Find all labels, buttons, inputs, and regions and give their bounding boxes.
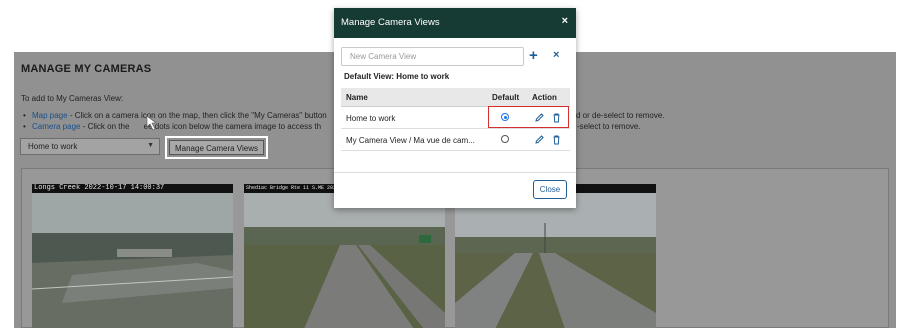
page-intro: To add to My Cameras View: [21, 94, 124, 103]
instruction-map-page: Map page - Click on a camera icon on the… [23, 111, 327, 120]
manage-camera-views-highlight: Manage Camera Views [165, 136, 268, 159]
trash-icon[interactable] [551, 134, 562, 145]
view-name: Home to work [346, 114, 396, 123]
page-title: MANAGE MY CAMERAS [21, 63, 152, 75]
map-page-link[interactable]: Map page [32, 111, 68, 120]
highlight-annotation [488, 106, 569, 128]
camera-image [244, 193, 445, 328]
column-header-action: Action [532, 93, 557, 102]
instruction-text: - Click on the [80, 122, 132, 131]
camera-tile[interactable]: Longs Creek 2022-10-17 14:00:37 [32, 184, 233, 328]
instruction-fragment: d or de-select to remove. [576, 111, 665, 120]
caret-down-icon: ▼ [147, 142, 154, 149]
new-camera-view-input[interactable] [341, 47, 524, 66]
column-header-name: Name [346, 93, 368, 102]
camera-image [455, 193, 656, 328]
camera-page-link[interactable]: Camera page [32, 122, 80, 131]
manage-camera-views-button[interactable]: Manage Camera Views [169, 140, 264, 155]
camera-image [32, 193, 233, 328]
instruction-text-continued: ee dots icon below the camera image to a… [143, 122, 322, 131]
close-button[interactable]: Close [533, 180, 567, 199]
instruction-camera-page: Camera page - Click on the ee dots icon … [23, 122, 322, 131]
modal-footer-divider [334, 172, 576, 173]
camera-view-select[interactable]: Home to work ▼ [20, 138, 160, 155]
modal-header: Manage Camera Views × [334, 8, 576, 38]
modal-title: Manage Camera Views [341, 17, 440, 28]
column-header-default: Default [492, 93, 520, 102]
default-view-label: Default View: Home to work [344, 72, 450, 81]
close-icon[interactable]: × [562, 15, 568, 27]
edit-pencil-icon[interactable] [534, 134, 545, 145]
default-radio[interactable] [501, 135, 509, 143]
table-row: My Camera View / Ma vue de cam... [341, 129, 570, 151]
camera-view-select-value: Home to work [28, 142, 78, 151]
view-name: My Camera View / Ma vue de cam... [346, 136, 475, 145]
instruction-text: - Click on a camera icon on the map, the… [67, 111, 327, 120]
instruction-fragment: -select to remove. [577, 122, 641, 131]
camera-caption: Longs Creek 2022-10-17 14:00:37 [32, 184, 233, 193]
views-table-header: Name Default Action [341, 88, 570, 107]
clear-icon[interactable]: × [553, 49, 559, 62]
plus-icon[interactable]: + [529, 48, 538, 63]
cursor-icon [146, 115, 157, 131]
